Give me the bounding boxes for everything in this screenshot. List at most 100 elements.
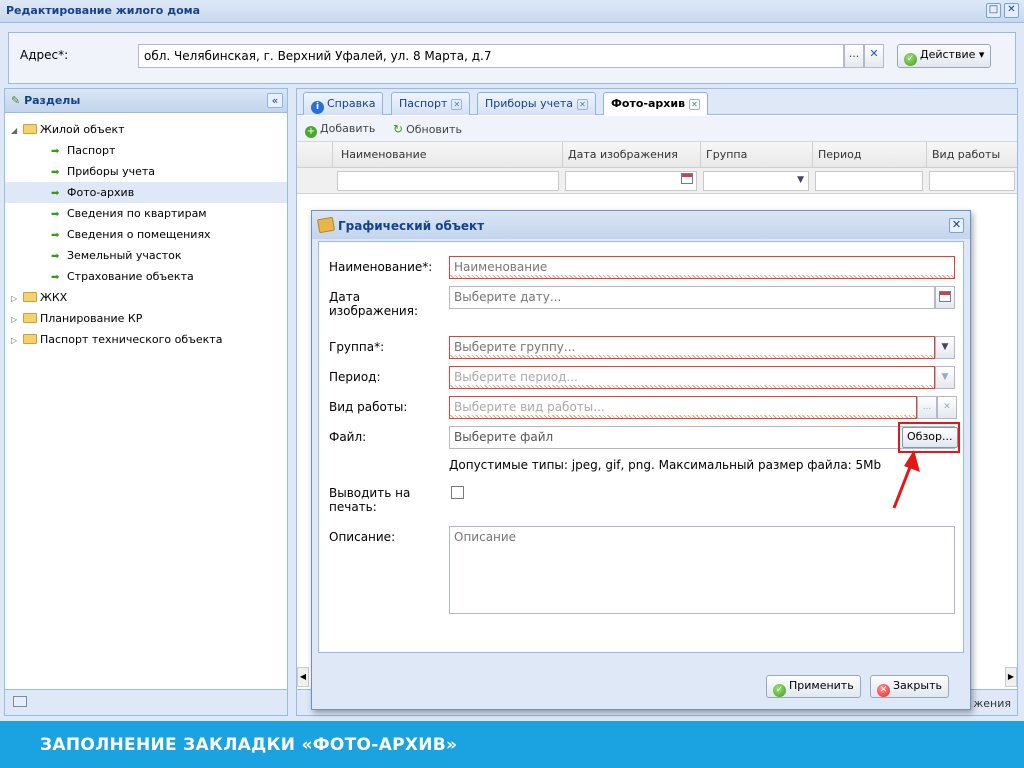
collapsed-icon[interactable]: ▷ [11, 336, 23, 345]
slide-caption: ЗАПОЛНЕНИЕ ЗАКЛАДКИ «ФОТО-АРХИВ» [0, 721, 1024, 768]
address-select-button[interactable]: ... [844, 44, 864, 68]
calendar-icon[interactable] [681, 173, 693, 187]
filter-group-select[interactable]: ▼ [703, 171, 809, 191]
tab-label: Фото-архив [611, 97, 686, 110]
tab-label: Паспорт [399, 97, 448, 110]
add-button[interactable]: + Добавить [305, 122, 375, 138]
filter-period-input[interactable] [815, 171, 923, 191]
tree-item-label: Планирование КР [40, 312, 143, 325]
tree-item-apartments[interactable]: ➡ Сведения по квартирам [5, 203, 287, 224]
grid-column-work-type[interactable]: Вид работы [927, 142, 1017, 168]
browse-button[interactable]: Обзор... [902, 427, 958, 448]
description-textarea[interactable]: Описание [449, 526, 955, 614]
tree-item-premises[interactable]: ➡ Сведения о помещениях [5, 224, 287, 245]
folder-icon [23, 334, 37, 344]
name-label: Наименование*: [329, 260, 433, 274]
period-label: Период: [329, 370, 381, 384]
file-input[interactable]: Выберите файл [449, 426, 955, 449]
tree-item-label: Паспорт [67, 144, 116, 157]
grid-column-group[interactable]: Группа [701, 142, 813, 168]
filter-date-input[interactable] [565, 171, 697, 191]
date-label: Дата изображения: [329, 290, 418, 318]
collapsed-icon[interactable]: ▷ [11, 294, 23, 303]
dialog-header: Графический объект [312, 211, 970, 239]
scroll-right-icon[interactable]: ▶ [1005, 667, 1017, 687]
ok-icon: ✓ [904, 53, 917, 66]
tree-item-meters[interactable]: ➡ Приборы учета [5, 161, 287, 182]
restore-window-icon[interactable]: □ [986, 3, 1001, 18]
close-icon: ✕ [877, 684, 890, 697]
tree-item-insurance[interactable]: ➡ Страхование объекта [5, 266, 287, 287]
chevron-down-icon[interactable]: ▼ [797, 175, 804, 185]
tree-item-residential[interactable]: ◢ Жилой объект [5, 119, 287, 140]
date-picker-button[interactable] [935, 286, 955, 309]
address-field[interactable]: обл. Челябинская, г. Верхний Уфалей, ул.… [138, 44, 844, 68]
arrow-right-icon: ➡ [51, 230, 60, 241]
tree-item-label: Жилой объект [40, 123, 125, 136]
work-type-clear-icon[interactable]: ✕ [937, 396, 957, 419]
filter-work-type-input[interactable] [929, 171, 1015, 191]
add-button-label: Добавить [320, 122, 376, 135]
dialog-close-icon[interactable]: ✕ [949, 218, 964, 233]
filter-name-input[interactable] [337, 171, 559, 191]
period-dropdown-button[interactable]: ▼ [935, 366, 955, 389]
arrow-right-icon: ➡ [51, 188, 60, 199]
close-tab-icon[interactable]: ✕ [577, 99, 589, 110]
folder-icon [23, 124, 37, 134]
period-select[interactable]: Выберите период... [449, 366, 935, 389]
print-checkbox[interactable] [451, 486, 464, 499]
info-icon: i [311, 101, 324, 114]
group-dropdown-button[interactable]: ▼ [935, 336, 955, 359]
grid-column-name[interactable]: Наименование [333, 142, 563, 168]
add-icon: + [305, 126, 317, 138]
close-tab-icon[interactable]: ✕ [451, 99, 463, 110]
work-type-input[interactable]: Выберите вид работы... [449, 396, 917, 419]
tab-info[interactable]: i Справка [303, 92, 384, 115]
group-select[interactable]: Выберите группу... [449, 336, 935, 359]
dialog-title: Графический объект [338, 219, 485, 233]
expanded-icon[interactable]: ◢ [11, 126, 23, 135]
tree-item-land-plot[interactable]: ➡ Земельный участок [5, 245, 287, 266]
tab-meters[interactable]: Приборы учета ✕ [477, 92, 597, 115]
graphic-object-dialog: Графический объект ✕ Наименование*: Наим… [311, 210, 971, 710]
folder-icon [23, 313, 37, 323]
arrow-right-icon: ➡ [51, 167, 60, 178]
collapsed-icon[interactable]: ▷ [11, 315, 23, 324]
tab-photo-archive[interactable]: Фото-архив ✕ [603, 92, 709, 115]
action-button[interactable]: ✓ Действие ▾ [897, 44, 992, 68]
close-tab-icon[interactable]: ✕ [689, 99, 701, 110]
scroll-left-icon[interactable]: ◀ [297, 667, 309, 687]
window-title: Редактирование жилого дома [6, 4, 201, 17]
file-hint: Допустимые типы: jpeg, gif, png. Максима… [449, 458, 882, 472]
chevron-down-icon: ▼ [941, 372, 949, 382]
refresh-icon: ↻ [393, 122, 404, 136]
refresh-button[interactable]: ↻ Обновить [393, 122, 462, 136]
file-label: Файл: [329, 430, 367, 444]
address-clear-icon[interactable]: ✕ [864, 44, 884, 68]
arrow-right-icon: ➡ [51, 146, 60, 157]
dialog-footer: ✓ Применить ✕ Закрыть [312, 657, 970, 709]
ok-icon: ✓ [773, 684, 786, 697]
date-input[interactable]: Выберите дату... [449, 286, 935, 309]
tree-item-photo-archive[interactable]: ➡ Фото-архив [5, 182, 287, 203]
close-window-icon[interactable]: ✕ [1004, 3, 1019, 18]
settings-icon[interactable] [13, 696, 27, 707]
tree-item-planning[interactable]: ▷ Планирование КР [5, 308, 287, 329]
name-input[interactable]: Наименование [449, 256, 955, 279]
tree-item-passport[interactable]: ➡ Паспорт [5, 140, 287, 161]
collapse-panel-icon[interactable]: « [267, 93, 283, 108]
apply-button[interactable]: ✓ Применить [766, 675, 861, 698]
work-type-select-button[interactable]: ... [917, 396, 937, 419]
grid-column-period[interactable]: Период [813, 142, 927, 168]
grid-column-date[interactable]: Дата изображения [563, 142, 701, 168]
close-button[interactable]: ✕ Закрыть [870, 675, 949, 698]
tab-passport[interactable]: Паспорт ✕ [391, 92, 471, 115]
tree-item-tech-passport[interactable]: ▷ Паспорт технического объекта [5, 329, 287, 350]
tree-item-label: Земельный участок [67, 249, 182, 262]
tree-item-housing[interactable]: ▷ ЖКХ [5, 287, 287, 308]
tree-item-label: Страхование объекта [67, 270, 194, 283]
tree-item-label: Сведения о помещениях [67, 228, 211, 241]
tree-item-label: Сведения по квартирам [67, 207, 207, 220]
edit-image-icon [316, 216, 336, 234]
sections-panel-footer [5, 689, 287, 715]
